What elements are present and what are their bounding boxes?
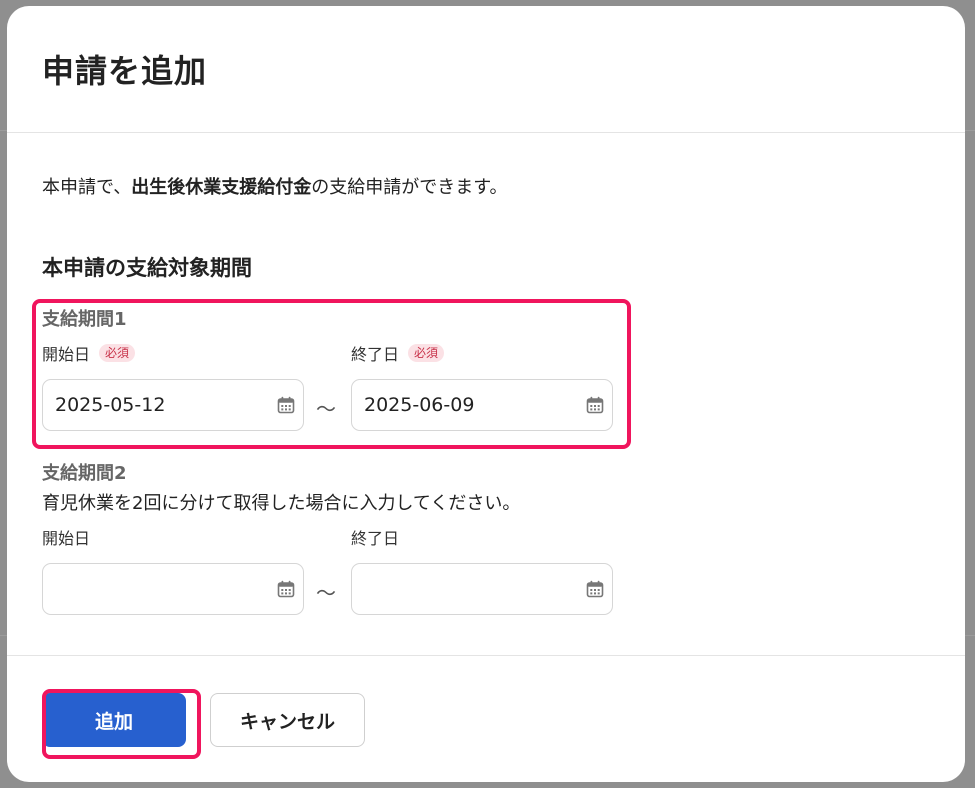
calendar-icon[interactable] — [277, 396, 295, 414]
period-1-end-date-input[interactable] — [364, 380, 564, 430]
start-date-label-text: 開始日 — [42, 345, 91, 364]
period-1-end-field: 終了日 必須 — [351, 341, 615, 431]
start-date-label: 開始日 — [42, 525, 306, 549]
add-button[interactable]: 追加 — [42, 693, 186, 747]
payment-period-1: 支給期間1 開始日 必須 2025-05-12 ～ 終了日 必須 2025-06… — [42, 305, 622, 451]
section-title: 本申請の支給対象期間 — [42, 256, 252, 280]
start-date-label-text: 開始日 — [42, 529, 91, 548]
calendar-icon[interactable] — [586, 396, 604, 414]
period-2-title: 支給期間2 — [42, 463, 127, 484]
end-date-label: 終了日 必須 — [351, 341, 615, 365]
calendar-icon[interactable] — [277, 580, 295, 598]
start-date-label: 開始日 必須 — [42, 341, 306, 365]
period-2-start-field: 開始日 — [42, 525, 306, 615]
calendar-icon[interactable] — [586, 580, 604, 598]
period-2-start-date-input-wrapper — [42, 563, 304, 615]
add-application-dialog: 申請を追加 本申請で、出生後休業支援給付金の支給申請ができます。 本申請の支給対… — [7, 6, 965, 782]
period-2-fields: 開始日 ～ 終了日 — [42, 525, 622, 635]
period-2-end-date-input[interactable] — [364, 564, 564, 614]
dialog-title: 申請を追加 — [42, 52, 208, 90]
period-1-title: 支給期間1 — [42, 309, 127, 330]
required-badge: 必須 — [99, 344, 136, 362]
period-2-note: 育児休業を2回に分けて取得した場合に入力してください。 — [42, 493, 521, 514]
period-1-start-date-input-wrapper — [42, 379, 304, 431]
cancel-button[interactable]: キャンセル — [210, 693, 365, 747]
dialog-intro: 本申請で、出生後休業支援給付金の支給申請ができます。 — [42, 173, 507, 199]
range-separator: ～ — [316, 397, 336, 421]
period-2-start-date-input[interactable] — [55, 564, 255, 614]
required-badge: 必須 — [408, 344, 445, 362]
dialog-footer: 追加 キャンセル — [7, 655, 965, 782]
period-1-fields: 開始日 必須 2025-05-12 ～ 終了日 必須 2025-06-09 — [42, 341, 622, 451]
intro-prefix: 本申請で、 — [42, 177, 132, 198]
dialog-header: 申請を追加 — [7, 6, 965, 133]
end-date-label: 終了日 — [351, 525, 615, 549]
range-separator: ～ — [316, 581, 336, 605]
intro-benefit-name: 出生後休業支援給付金 — [131, 177, 312, 198]
period-2-end-date-input-wrapper — [351, 563, 613, 615]
period-1-start-field: 開始日 必須 — [42, 341, 306, 431]
end-date-label-text: 終了日 — [351, 529, 400, 548]
payment-period-2: 支給期間2 育児休業を2回に分けて取得した場合に入力してください。 開始日 ～ … — [42, 459, 622, 635]
period-2-end-field: 終了日 — [351, 525, 615, 615]
period-1-start-date-input[interactable] — [55, 380, 255, 430]
end-date-label-text: 終了日 — [351, 345, 400, 364]
period-1-end-date-input-wrapper — [351, 379, 613, 431]
intro-suffix: の支給申請ができます。 — [311, 177, 508, 198]
